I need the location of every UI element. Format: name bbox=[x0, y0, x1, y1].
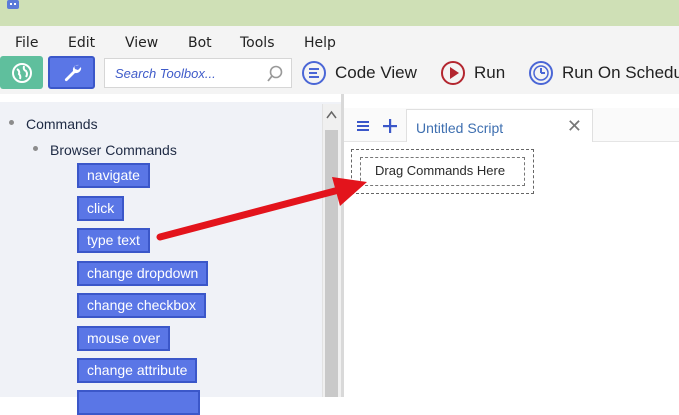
command-change-attribute[interactable]: change attribute bbox=[77, 358, 198, 383]
run-button[interactable]: Run bbox=[440, 58, 505, 88]
close-icon[interactable]: ✕ bbox=[567, 116, 582, 137]
menu-bot[interactable]: Bot bbox=[188, 35, 212, 51]
code-view-label: Code View bbox=[335, 63, 417, 82]
command-change-checkbox[interactable]: change checkbox bbox=[77, 293, 206, 318]
app-icon bbox=[7, 0, 19, 9]
command-mouse-over[interactable]: mouse over bbox=[77, 326, 171, 351]
hamburger-icon bbox=[357, 121, 369, 131]
menu-file[interactable]: File bbox=[15, 35, 38, 51]
search-toolbox-input[interactable]: Search Toolbox... bbox=[104, 58, 292, 88]
menu-bar: File Edit View Bot Tools Help bbox=[0, 26, 679, 54]
drop-zone-inner: Drag Commands Here bbox=[360, 157, 525, 186]
globe-icon bbox=[11, 62, 32, 83]
command-change-dropdown[interactable]: change dropdown bbox=[77, 261, 209, 286]
toolbar: Search Toolbox... Code View Run Run On S… bbox=[0, 54, 679, 94]
drop-zone[interactable]: Drag Commands Here bbox=[351, 149, 534, 194]
scrollbar-thumb[interactable] bbox=[325, 130, 338, 397]
run-on-schedule-label: Run On Schedu bbox=[562, 63, 679, 82]
menu-button[interactable] bbox=[349, 112, 377, 140]
tab-label: Untitled Script bbox=[416, 120, 504, 136]
menu-view[interactable]: View bbox=[125, 35, 158, 51]
command-partial[interactable] bbox=[77, 390, 200, 415]
command-click[interactable]: click bbox=[77, 196, 125, 221]
scroll-up-icon[interactable] bbox=[326, 110, 337, 120]
menu-tools[interactable]: Tools bbox=[240, 35, 275, 51]
editor-tab-bar: Untitled Script ✕ bbox=[344, 108, 679, 142]
menu-help[interactable]: Help bbox=[304, 35, 336, 51]
play-icon bbox=[441, 61, 465, 85]
code-view-icon bbox=[302, 61, 326, 85]
menu-edit[interactable]: Edit bbox=[68, 35, 95, 51]
tree-root-commands[interactable]: Commands bbox=[26, 116, 98, 132]
search-icon[interactable] bbox=[265, 64, 285, 84]
tab-untitled-script[interactable]: Untitled Script ✕ bbox=[406, 109, 593, 142]
wrench-icon bbox=[64, 64, 81, 81]
clock-icon bbox=[529, 61, 553, 85]
tree-bullet bbox=[9, 120, 14, 125]
title-bar bbox=[0, 0, 679, 26]
run-on-schedule-button[interactable]: Run On Schedu bbox=[528, 58, 679, 88]
run-label: Run bbox=[474, 63, 506, 82]
drop-zone-label: Drag Commands Here bbox=[375, 163, 506, 178]
new-tab-button[interactable] bbox=[376, 112, 404, 140]
tree-bullet bbox=[33, 146, 38, 151]
plus-icon bbox=[383, 119, 397, 133]
tree-group-browser-commands[interactable]: Browser Commands bbox=[50, 142, 177, 158]
search-placeholder: Search Toolbox... bbox=[115, 66, 216, 81]
globe-button[interactable] bbox=[0, 56, 43, 89]
command-type-text[interactable]: type text bbox=[77, 228, 150, 253]
toolbox-button[interactable] bbox=[48, 56, 95, 89]
code-view-button[interactable]: Code View bbox=[301, 58, 417, 88]
command-navigate[interactable]: navigate bbox=[77, 163, 150, 188]
